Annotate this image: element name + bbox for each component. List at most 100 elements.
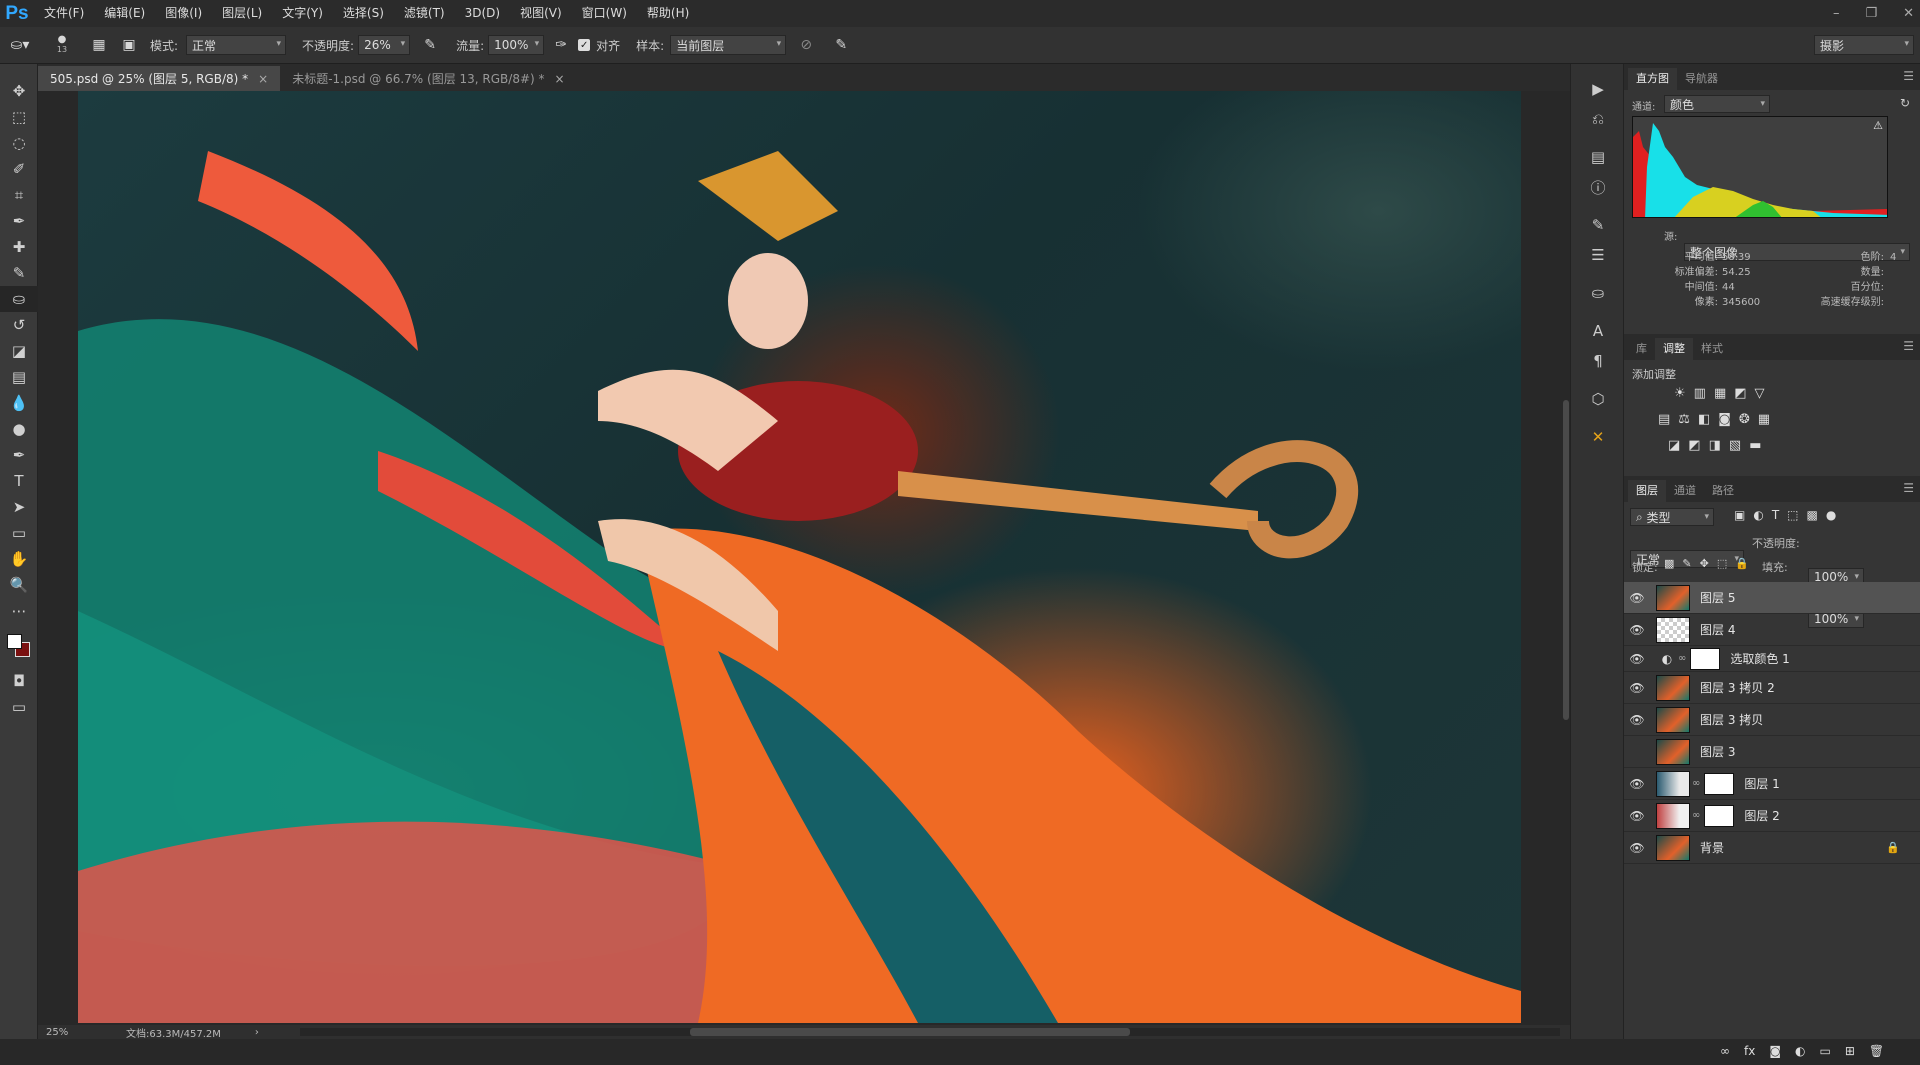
pixel-filter-icon[interactable]: ▣: [1734, 508, 1745, 522]
hand-tool-icon[interactable]: ✋: [0, 546, 38, 572]
tool-presets-icon[interactable]: ☰: [1571, 240, 1625, 270]
menu-filter[interactable]: 滤镜(T): [394, 0, 455, 27]
menu-view[interactable]: 视图(V): [510, 0, 572, 27]
photo-filter-icon[interactable]: ◙: [1718, 412, 1731, 427]
lock-artboard-icon[interactable]: ⬚: [1717, 557, 1727, 570]
close-button[interactable]: ✕: [1903, 6, 1914, 21]
history-icon[interactable]: ⎌: [1571, 104, 1625, 134]
tab-layers[interactable]: 图层: [1628, 480, 1666, 502]
eye-icon[interactable]: 👁: [1624, 681, 1650, 695]
info-icon[interactable]: ⓘ: [1571, 172, 1625, 202]
tab-505-psd[interactable]: 505.psd @ 25% (图层 5, RGB/8) * ×: [38, 66, 281, 91]
vertical-scroll-thumb[interactable]: [1563, 400, 1569, 720]
fx-icon[interactable]: fx: [1744, 1044, 1755, 1058]
layer-row-layer-4[interactable]: 👁 图层 4: [1624, 614, 1920, 646]
lock-position-icon[interactable]: ✥: [1700, 557, 1709, 570]
posterize-icon[interactable]: ◩: [1688, 438, 1700, 453]
menu-help[interactable]: 帮助(H): [637, 0, 699, 27]
hue-saturation-icon[interactable]: ▤: [1658, 412, 1670, 427]
clone-source-panel-icon[interactable]: ⛀: [1571, 278, 1625, 308]
clone-source-icon[interactable]: ▣: [114, 37, 144, 53]
menu-file[interactable]: 文件(F): [34, 0, 94, 27]
pressure-size-icon[interactable]: ✎: [826, 37, 856, 53]
layer-row-layer-3-copy[interactable]: 👁 图层 3 拷贝: [1624, 704, 1920, 736]
opacity-input[interactable]: 26% ▾: [358, 35, 411, 55]
curves-icon[interactable]: ▦: [1714, 386, 1726, 401]
layer-mask-thumbnail[interactable]: [1704, 772, 1735, 795]
gradient-map-icon[interactable]: ▬: [1749, 438, 1761, 453]
paragraph-icon[interactable]: ¶: [1571, 346, 1625, 376]
lock-transparency-icon[interactable]: ▩: [1664, 557, 1674, 570]
layer-row-layer-5[interactable]: 👁 图层 5: [1624, 582, 1920, 614]
menu-image[interactable]: 图像(I): [155, 0, 212, 27]
ignore-adjustment-icon[interactable]: ⊘: [786, 37, 826, 53]
eye-icon[interactable]: 👁: [1624, 652, 1650, 666]
black-white-icon[interactable]: ◧: [1698, 412, 1710, 427]
shape-tool-icon[interactable]: ▭: [0, 520, 38, 546]
tab-styles[interactable]: 样式: [1693, 338, 1731, 360]
menu-layer[interactable]: 图层(L): [212, 0, 272, 27]
more-tools-icon[interactable]: ⋯: [0, 598, 38, 624]
eye-icon[interactable]: 👁: [1624, 623, 1650, 637]
lock-pixels-icon[interactable]: ✎: [1682, 557, 1691, 570]
tab-channels[interactable]: 通道: [1666, 480, 1704, 502]
minimize-button[interactable]: –: [1833, 6, 1840, 21]
properties-icon[interactable]: ▤: [1571, 142, 1625, 172]
add-mask-icon[interactable]: ◙: [1769, 1044, 1781, 1058]
blur-tool-icon[interactable]: 💧: [0, 390, 38, 416]
eyedropper-tool-icon[interactable]: ✒: [0, 208, 38, 234]
adjustment-filter-icon[interactable]: ◐: [1753, 508, 1763, 522]
layer-row-layer-3-copy-2[interactable]: 👁 图层 3 拷贝 2: [1624, 672, 1920, 704]
marquee-tool-icon[interactable]: ⬚: [0, 104, 38, 130]
trash-icon[interactable]: 🗑: [1869, 1044, 1884, 1058]
eye-icon[interactable]: 👁: [1624, 591, 1650, 605]
healing-brush-tool-icon[interactable]: ✚: [0, 234, 38, 260]
canvas-area[interactable]: [38, 91, 1570, 1025]
layer-row-layer-3[interactable]: 👁 图层 3: [1624, 736, 1920, 768]
brush-preset-picker[interactable]: ● 13: [40, 35, 84, 55]
eye-icon[interactable]: 👁: [1624, 841, 1650, 855]
clone-stamp-tool-icon[interactable]: ⛀: [0, 286, 38, 312]
vibrance-icon[interactable]: ▽: [1755, 386, 1765, 401]
color-balance-icon[interactable]: ⚖: [1678, 412, 1690, 427]
layer-row-layer-1[interactable]: 👁 ∞ 图层 1: [1624, 768, 1920, 800]
sample-dropdown[interactable]: 当前图层 ▾: [670, 35, 787, 55]
flow-input[interactable]: 100% ▾: [488, 35, 545, 55]
eye-icon[interactable]: 👁: [1624, 713, 1650, 727]
channel-mixer-icon[interactable]: ❂: [1739, 412, 1750, 427]
eye-hidden-icon[interactable]: 👁: [1624, 745, 1650, 759]
tab-libraries[interactable]: 库: [1628, 338, 1655, 360]
layer-mask-thumbnail[interactable]: [1704, 804, 1735, 827]
plugin-icon[interactable]: ✕: [1571, 422, 1625, 452]
path-select-tool-icon[interactable]: ➤: [0, 494, 38, 520]
status-menu-arrow[interactable]: ›: [255, 1027, 259, 1038]
eye-icon[interactable]: 👁: [1624, 809, 1650, 823]
levels-icon[interactable]: ▥: [1694, 386, 1706, 401]
smart-object-filter-icon[interactable]: ▩: [1807, 508, 1818, 522]
lasso-tool-icon[interactable]: ◌: [0, 130, 38, 156]
airbrush-icon[interactable]: ✑: [544, 37, 578, 53]
eraser-tool-icon[interactable]: ◪: [0, 338, 38, 364]
link-icon[interactable]: ∞: [1678, 653, 1686, 664]
tab-histogram[interactable]: 直方图: [1628, 68, 1677, 90]
layer-filter-dropdown[interactable]: ⌕ 类型 ▾: [1630, 508, 1714, 526]
horizontal-scroll-thumb[interactable]: [690, 1028, 1130, 1036]
refresh-icon[interactable]: ↻: [1900, 96, 1910, 110]
align-checkbox[interactable]: ✓: [578, 39, 591, 51]
foreground-color-swatch[interactable]: [7, 634, 22, 649]
screen-mode-icon[interactable]: ▭: [0, 694, 38, 720]
type-tool-icon[interactable]: T: [0, 468, 38, 494]
character-icon[interactable]: A: [1571, 316, 1625, 346]
document-canvas[interactable]: [78, 91, 1521, 1023]
menu-3d[interactable]: 3D(D): [455, 0, 510, 27]
brush-tool-icon[interactable]: ✎: [0, 260, 38, 286]
new-group-icon[interactable]: ▭: [1819, 1044, 1830, 1058]
new-layer-icon[interactable]: ⊞: [1845, 1044, 1855, 1058]
panel-menu-icon[interactable]: ☰: [1903, 481, 1914, 495]
type-filter-icon[interactable]: T: [1772, 508, 1779, 522]
close-icon[interactable]: ×: [258, 72, 268, 86]
pressure-opacity-icon[interactable]: ✎: [410, 37, 450, 53]
eye-icon[interactable]: 👁: [1624, 777, 1650, 791]
invert-icon[interactable]: ◪: [1668, 438, 1680, 453]
history-brush-tool-icon[interactable]: ↺: [0, 312, 38, 338]
